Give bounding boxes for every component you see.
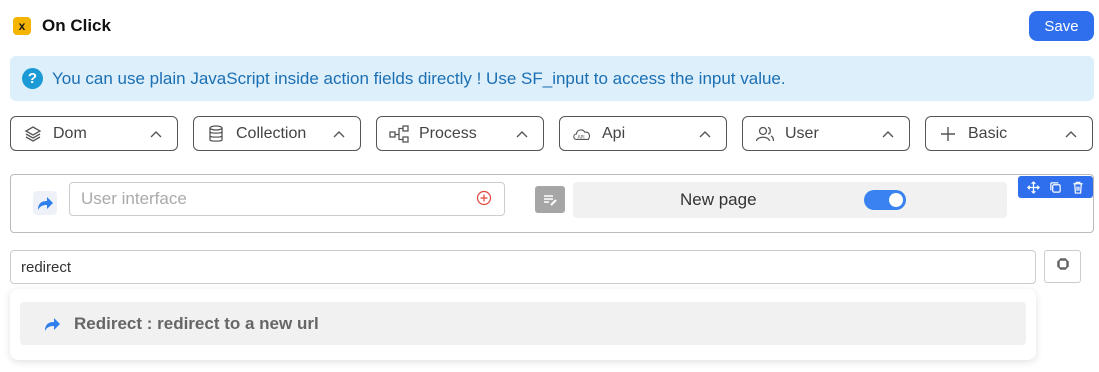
- category-label: Process: [419, 124, 477, 142]
- category-process[interactable]: Process: [376, 116, 544, 151]
- list-item-label: Redirect : redirect to a new url: [74, 313, 319, 333]
- workflow-icon: [389, 124, 409, 144]
- redirect-icon: [40, 312, 64, 336]
- redirect-action-block[interactable]: New page: [10, 174, 1094, 233]
- chevron-up-icon: [332, 127, 346, 141]
- chevron-up-icon: [881, 127, 895, 141]
- svg-text:API: API: [577, 134, 584, 140]
- user-interface-input[interactable]: [69, 182, 505, 216]
- new-page-panel: New page: [573, 182, 1007, 218]
- search-results-dropdown: Redirect : redirect to a new url: [10, 289, 1036, 360]
- info-glyph: ?: [27, 70, 38, 87]
- category-label: Basic: [968, 124, 1008, 142]
- edit-note-button[interactable]: [535, 186, 565, 213]
- category-collection[interactable]: Collection: [193, 116, 361, 151]
- duplicate-icon[interactable]: [1046, 178, 1064, 196]
- app-logo: x: [13, 17, 31, 35]
- settings-button[interactable]: [1044, 250, 1081, 283]
- category-row: Dom Collection Process API Api User Basi…: [10, 116, 1094, 151]
- database-icon: [206, 124, 226, 144]
- add-circle-icon[interactable]: [476, 190, 492, 206]
- chevron-up-icon: [515, 127, 529, 141]
- plus-icon: [938, 124, 958, 144]
- info-banner: ? You can use plain JavaScript inside ac…: [10, 56, 1094, 101]
- chevron-up-icon: [149, 127, 163, 141]
- category-label: Collection: [236, 124, 307, 142]
- category-api[interactable]: API Api: [559, 116, 727, 151]
- new-page-toggle[interactable]: [864, 190, 906, 210]
- users-icon: [755, 124, 775, 144]
- redirect-icon: [33, 191, 57, 215]
- info-text: You can use plain JavaScript inside acti…: [52, 68, 786, 88]
- category-basic[interactable]: Basic: [925, 116, 1093, 151]
- trash-icon[interactable]: [1069, 178, 1087, 196]
- chevron-up-icon: [1064, 127, 1078, 141]
- category-user[interactable]: User: [742, 116, 910, 151]
- question-icon: ?: [22, 68, 43, 89]
- logo-glyph: x: [18, 19, 26, 33]
- category-label: User: [785, 124, 819, 142]
- chip-icon: [1056, 257, 1070, 276]
- category-dom[interactable]: Dom: [10, 116, 178, 151]
- page-title: On Click: [42, 16, 111, 35]
- category-label: Dom: [53, 124, 87, 142]
- action-search-input[interactable]: [10, 250, 1036, 284]
- toggle-knob: [889, 193, 903, 207]
- category-label: Api: [602, 124, 626, 142]
- header: x On Click Save: [0, 0, 1099, 52]
- cloud-api-icon: API: [572, 124, 592, 144]
- block-toolbar: [1018, 176, 1093, 198]
- move-icon[interactable]: [1024, 178, 1042, 196]
- new-page-label: New page: [680, 190, 757, 209]
- chevron-up-icon: [698, 127, 712, 141]
- save-button[interactable]: Save: [1029, 11, 1094, 41]
- list-item[interactable]: Redirect : redirect to a new url: [20, 302, 1026, 345]
- layers-icon: [23, 124, 43, 144]
